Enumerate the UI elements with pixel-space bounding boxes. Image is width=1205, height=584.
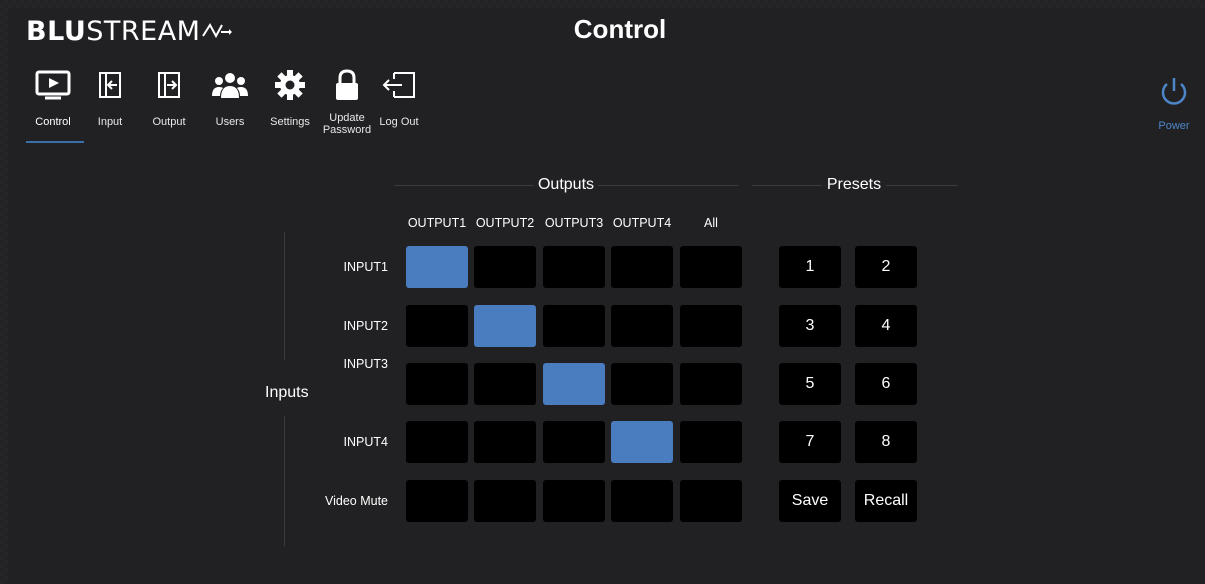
matrix-cell-input4-output1[interactable]	[406, 421, 468, 463]
matrix-cell-input3-output3[interactable]	[543, 363, 605, 405]
row-label-input1: INPUT1	[343, 260, 388, 274]
control-icon	[35, 64, 71, 106]
presets-title: Presets	[826, 176, 882, 193]
matrix-cell-input2-output4[interactable]	[611, 305, 673, 347]
preset-button-4[interactable]: 4	[855, 305, 917, 347]
nav-label-input: Input	[97, 116, 123, 128]
nav-label-control: Control	[35, 116, 71, 128]
matrix-cell-input2-output1[interactable]	[406, 305, 468, 347]
nav-users[interactable]: Users	[200, 64, 260, 136]
presets-header: Presets	[752, 176, 958, 194]
preset-button-save[interactable]: Save	[779, 480, 841, 522]
column-header-output4: OUTPUT4	[612, 216, 672, 230]
matrix-cell-input1-output3[interactable]	[543, 246, 605, 288]
gear-icon	[274, 64, 306, 106]
nav-label-settings: Settings	[270, 116, 310, 128]
preset-button-6[interactable]: 6	[855, 363, 917, 405]
logout-icon	[382, 64, 416, 106]
page-title: Control	[573, 14, 667, 44]
nav-output[interactable]: Output	[138, 64, 200, 136]
matrix-cell-video-mute-output4[interactable]	[611, 480, 673, 522]
matrix-cell-video-mute-output1[interactable]	[406, 480, 468, 522]
lock-icon	[334, 64, 360, 106]
outputs-rule-right	[598, 184, 738, 186]
matrix-cell-input4-all[interactable]	[680, 421, 742, 463]
nav-label-log-out: Log Out	[379, 116, 419, 128]
power-button[interactable]: Power	[1152, 76, 1196, 132]
matrix-cell-input3-output4[interactable]	[611, 363, 673, 405]
preset-button-2[interactable]: 2	[855, 246, 917, 288]
row-label-video-mute: Video Mute	[324, 494, 388, 508]
power-label: Power	[1158, 120, 1190, 132]
column-header-output2: OUTPUT2	[475, 216, 535, 230]
blustream-logo: BLU STREAM	[26, 14, 233, 48]
matrix-cell-input2-output2[interactable]	[474, 305, 536, 347]
logo-bold-text: BLU	[26, 15, 87, 47]
matrix-cell-input1-all[interactable]	[680, 246, 742, 288]
outputs-rule-left	[394, 184, 534, 186]
matrix-cell-input3-output2[interactable]	[474, 363, 536, 405]
nav-settings[interactable]: Settings	[260, 64, 320, 136]
preset-button-3[interactable]: 3	[779, 305, 841, 347]
matrix-cell-input4-output2[interactable]	[474, 421, 536, 463]
nav-label-update-password: Update Password	[322, 112, 372, 136]
preset-button-7[interactable]: 7	[779, 421, 841, 463]
row-label-input4: INPUT4	[343, 435, 388, 449]
matrix-cell-video-mute-output2[interactable]	[474, 480, 536, 522]
presets-rule-left	[752, 184, 822, 186]
nav-label-users: Users	[215, 116, 245, 128]
outputs-header: Outputs	[394, 176, 738, 194]
matrix-cell-input4-output4[interactable]	[611, 421, 673, 463]
matrix-cell-input3-output1[interactable]	[406, 363, 468, 405]
presets-rule-right	[886, 184, 958, 186]
row-label-input2: INPUT2	[343, 319, 388, 333]
matrix-cell-input4-output3[interactable]	[543, 421, 605, 463]
inputs-title: Inputs	[265, 384, 309, 401]
nav-input[interactable]: Input	[82, 64, 138, 136]
column-header-output3: OUTPUT3	[544, 216, 604, 230]
matrix-cell-input1-output1[interactable]	[406, 246, 468, 288]
logo-arrow-icon	[202, 23, 233, 39]
matrix-cell-input1-output2[interactable]	[474, 246, 536, 288]
matrix-cell-input3-all[interactable]	[680, 363, 742, 405]
row-label-input3: INPUT3	[343, 357, 388, 371]
preset-button-5[interactable]: 5	[779, 363, 841, 405]
users-icon	[212, 64, 248, 106]
matrix-cell-input2-output3[interactable]	[543, 305, 605, 347]
nav-control[interactable]: Control	[24, 64, 82, 136]
inputs-rule-bottom	[284, 416, 285, 546]
output-icon	[158, 64, 180, 106]
active-nav-indicator	[26, 141, 84, 143]
preset-button-recall[interactable]: Recall	[855, 480, 917, 522]
matrix-cell-video-mute-output3[interactable]	[543, 480, 605, 522]
matrix-cell-input1-output4[interactable]	[611, 246, 673, 288]
inputs-rule-top	[284, 232, 285, 360]
nav-log-out[interactable]: Log Out	[374, 64, 424, 136]
preset-button-8[interactable]: 8	[855, 421, 917, 463]
column-header-all: All	[704, 216, 718, 230]
main-nav: Control Input Output Users Settings Upda…	[24, 64, 424, 136]
outputs-title: Outputs	[537, 176, 595, 193]
power-icon	[1161, 78, 1187, 105]
preset-button-1[interactable]: 1	[779, 246, 841, 288]
nav-update-password[interactable]: Update Password	[320, 64, 374, 136]
nav-label-output: Output	[152, 116, 186, 128]
logo-text: STREAM	[86, 15, 201, 47]
matrix-cell-video-mute-all[interactable]	[680, 480, 742, 522]
column-header-output1: OUTPUT1	[407, 216, 467, 230]
input-icon	[99, 64, 121, 106]
matrix-cell-input2-all[interactable]	[680, 305, 742, 347]
